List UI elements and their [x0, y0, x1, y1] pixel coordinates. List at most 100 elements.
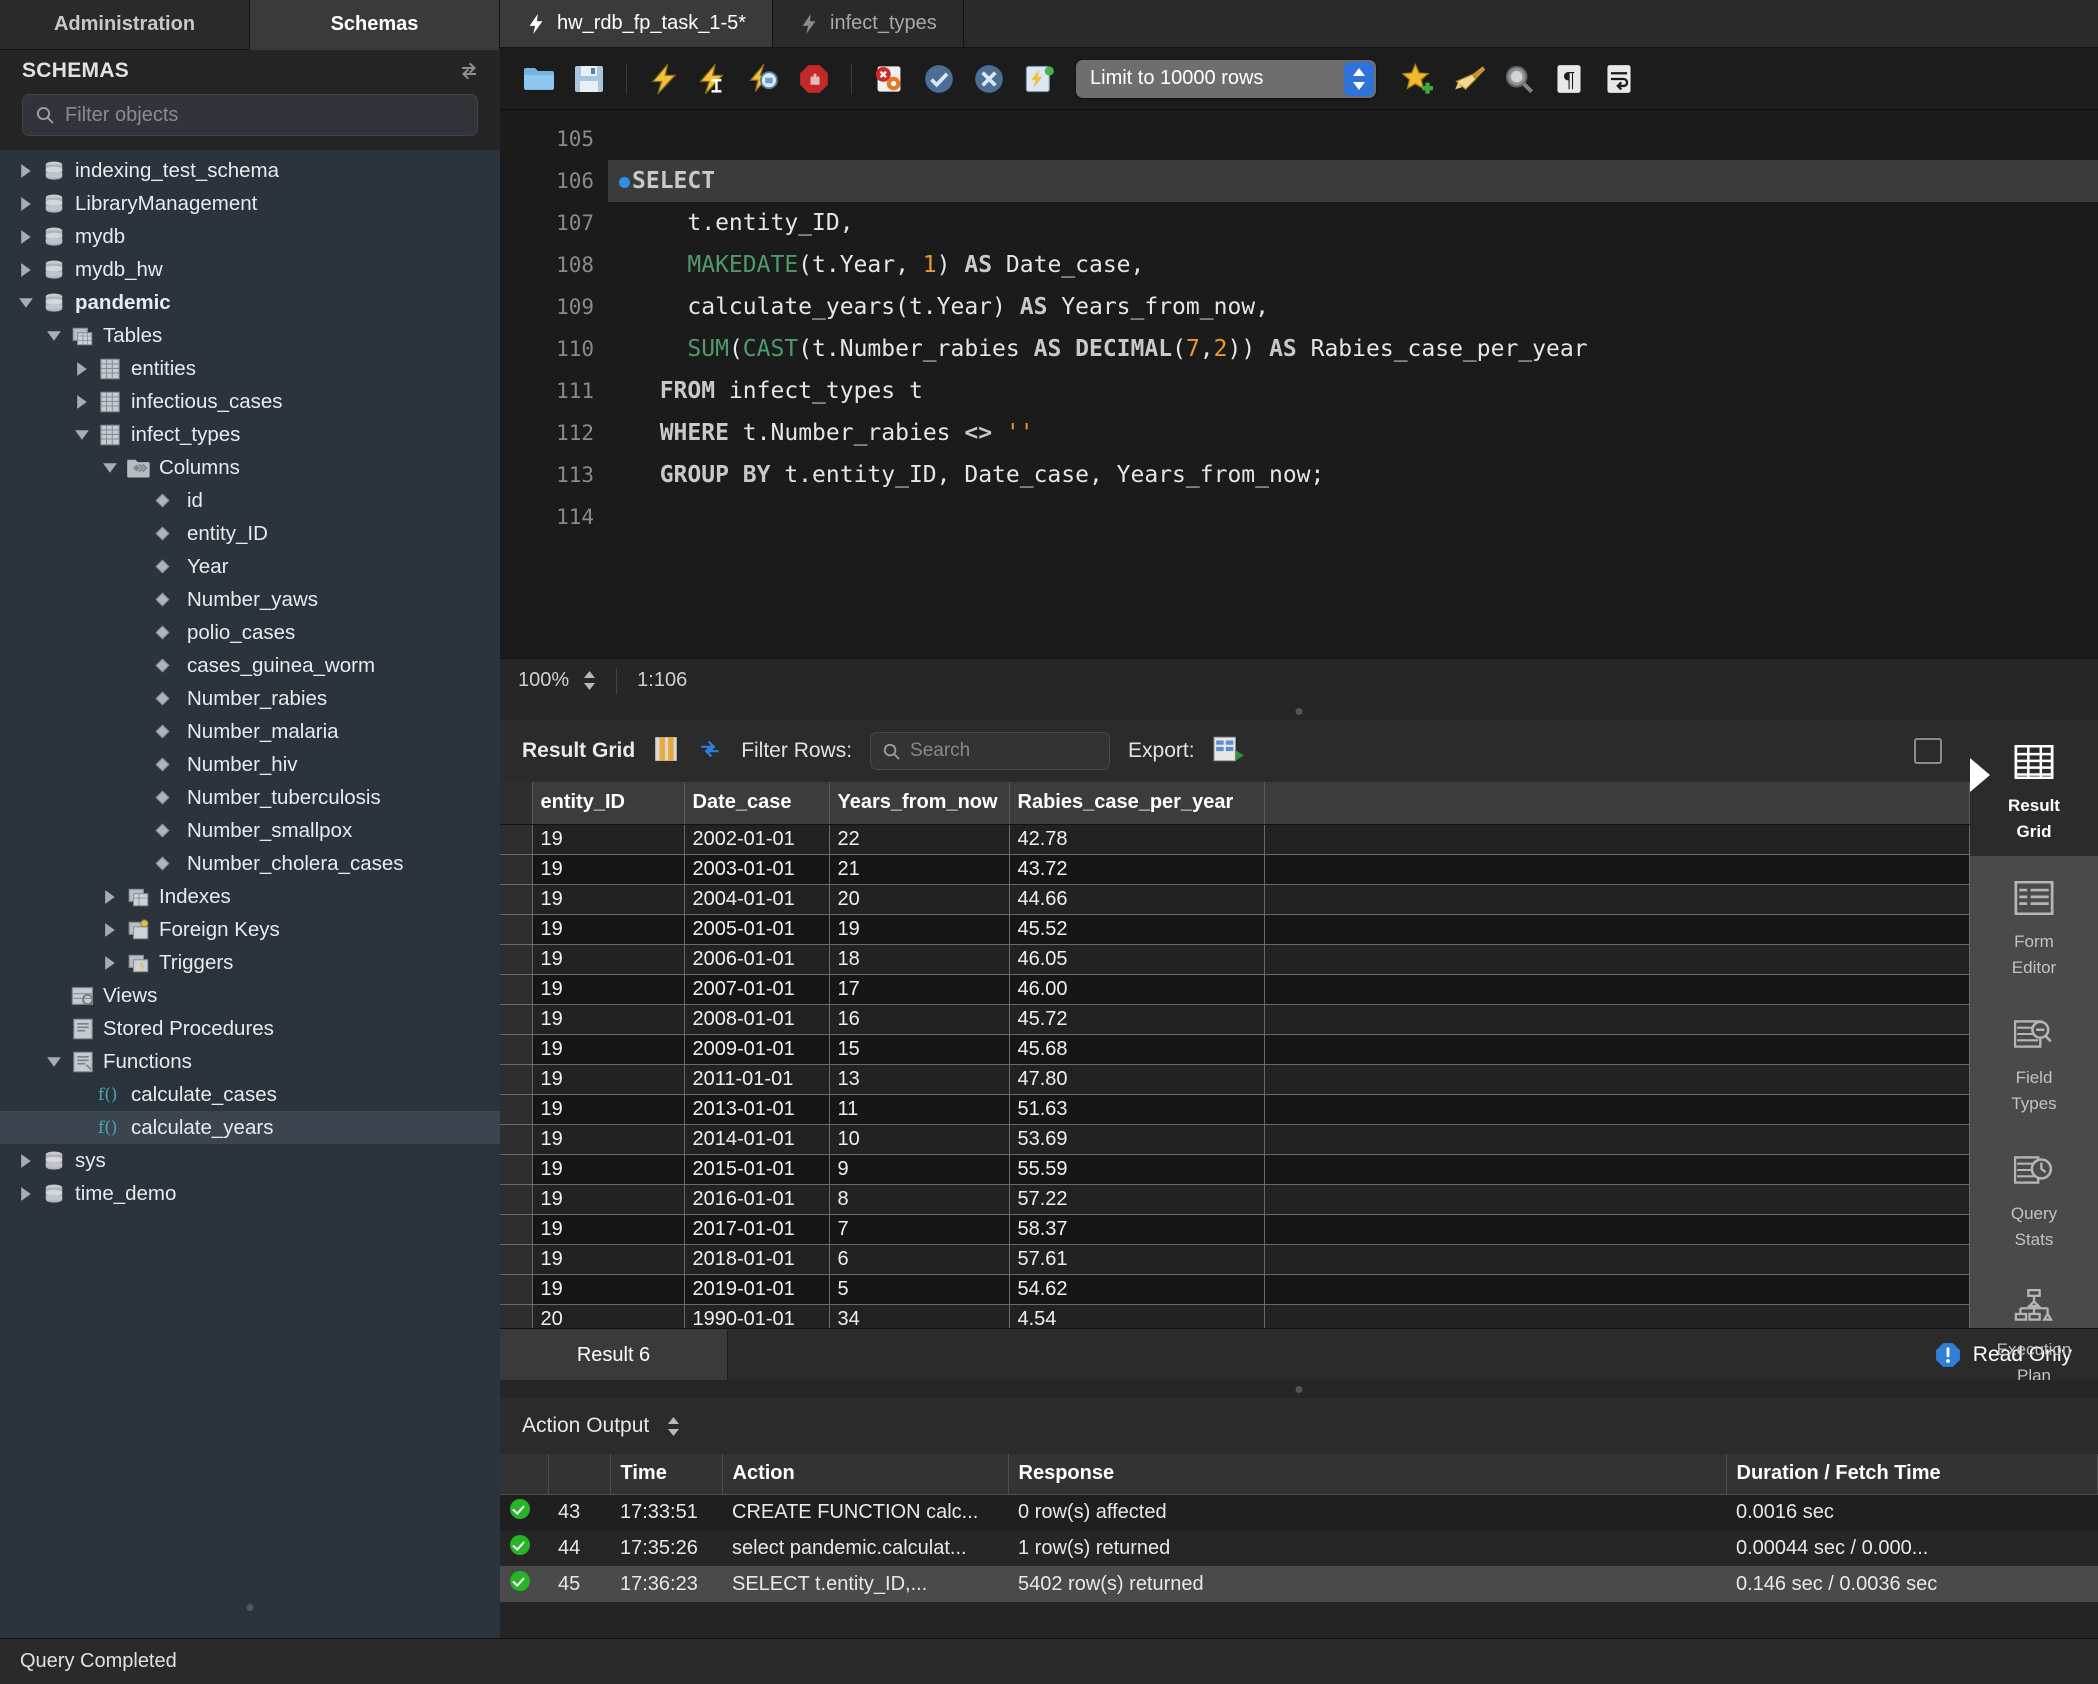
table-cell[interactable]: 19	[532, 974, 684, 1004]
table-row[interactable]: 192002-01-012242.78	[500, 824, 1970, 854]
sql-code-area[interactable]: SELECT t.entity_ID, MAKEDATE(t.Year, 1) …	[608, 110, 2098, 658]
row-selector-cell[interactable]	[500, 1094, 532, 1124]
table-cell[interactable]: 55.59	[1009, 1154, 1264, 1184]
result-output-splitter[interactable]	[500, 1380, 2098, 1398]
table-cell[interactable]: 20	[532, 1304, 684, 1328]
chevron-right-icon[interactable]	[18, 1152, 35, 1169]
table-row[interactable]: 192004-01-012044.66	[500, 884, 1970, 914]
code-line[interactable]	[608, 496, 2098, 538]
table-row[interactable]: 192014-01-011053.69	[500, 1124, 1970, 1154]
tree-item-librarymanagement[interactable]: LibraryManagement	[0, 187, 500, 220]
row-selector-cell[interactable]	[500, 944, 532, 974]
table-cell[interactable]: 9	[829, 1154, 1009, 1184]
table-row[interactable]: 192005-01-011945.52	[500, 914, 1970, 944]
table-cell[interactable]: 51.63	[1009, 1094, 1264, 1124]
tree-item-calculate-years[interactable]: f()calculate_years	[0, 1111, 500, 1144]
table-cell[interactable]: 19	[532, 884, 684, 914]
view-tab-query-stats[interactable]: QueryStats	[1970, 1128, 2098, 1264]
tree-item-number-tuberculosis[interactable]: Number_tuberculosis	[0, 781, 500, 814]
row-limit-select[interactable]: Limit to 10000 rows	[1076, 60, 1376, 98]
table-cell[interactable]: 2005-01-01	[684, 914, 829, 944]
table-cell[interactable]: 58.37	[1009, 1214, 1264, 1244]
tree-item-functions[interactable]: Functions	[0, 1045, 500, 1078]
action-output-row[interactable]: 4317:33:51CREATE FUNCTION calc...0 row(s…	[500, 1494, 2098, 1530]
result-grid[interactable]: entity_IDDate_caseYears_from_nowRabies_c…	[500, 782, 1970, 1328]
table-cell[interactable]: 15	[829, 1034, 1009, 1064]
table-cell[interactable]: 8	[829, 1184, 1009, 1214]
table-row[interactable]: 192011-01-011347.80	[500, 1064, 1970, 1094]
table-cell[interactable]: 46.05	[1009, 944, 1264, 974]
table-cell[interactable]: 45.68	[1009, 1034, 1264, 1064]
action-output-table-wrap[interactable]: Time Action Response Duration / Fetch Ti…	[500, 1454, 2098, 1638]
tree-item-number-smallpox[interactable]: Number_smallpox	[0, 814, 500, 847]
chevron-right-icon[interactable]	[18, 1185, 35, 1202]
table-cell[interactable]: 2014-01-01	[684, 1124, 829, 1154]
tree-item-entities[interactable]: entities	[0, 352, 500, 385]
chevron-right-icon[interactable]	[74, 393, 91, 410]
table-cell[interactable]: 19	[532, 944, 684, 974]
code-line[interactable]: SUM(CAST(t.Number_rabies AS DECIMAL(7,2)…	[608, 328, 2098, 370]
row-selector-cell[interactable]	[500, 1124, 532, 1154]
table-row[interactable]: 192019-01-01554.62	[500, 1274, 1970, 1304]
view-tab-form-editor[interactable]: FormEditor	[1970, 856, 2098, 992]
tree-item-pandemic[interactable]: pandemic	[0, 286, 500, 319]
export-icon[interactable]	[1213, 735, 1245, 768]
tree-item-mydb[interactable]: mydb	[0, 220, 500, 253]
column-header-years_from_now[interactable]: Years_from_now	[829, 782, 1009, 824]
table-cell[interactable]: 2004-01-01	[684, 884, 829, 914]
save-file-icon[interactable]	[566, 56, 612, 102]
table-row[interactable]: 192016-01-01857.22	[500, 1184, 1970, 1214]
row-selector-cell[interactable]	[500, 854, 532, 884]
beautify-star-icon[interactable]	[1396, 56, 1442, 102]
tree-item-foreign-keys[interactable]: Foreign Keys	[0, 913, 500, 946]
tree-item-number-hiv[interactable]: Number_hiv	[0, 748, 500, 781]
tree-item-number-rabies[interactable]: Number_rabies	[0, 682, 500, 715]
table-cell[interactable]: 53.69	[1009, 1124, 1264, 1154]
table-cell[interactable]: 46.00	[1009, 974, 1264, 1004]
table-cell[interactable]: 2006-01-01	[684, 944, 829, 974]
row-selector-cell[interactable]	[500, 1304, 532, 1328]
execute-explain-icon[interactable]	[741, 56, 787, 102]
tree-item-number-malaria[interactable]: Number_malaria	[0, 715, 500, 748]
sidebar-resize-handle[interactable]	[0, 1586, 500, 1638]
chevron-down-icon[interactable]	[46, 327, 63, 344]
tree-item-views[interactable]: Views	[0, 979, 500, 1012]
tree-item-polio-cases[interactable]: polio_cases	[0, 616, 500, 649]
table-row[interactable]: 192015-01-01955.59	[500, 1154, 1970, 1184]
filter-rows-input[interactable]: Search	[870, 732, 1110, 770]
table-cell[interactable]: 44.66	[1009, 884, 1264, 914]
autocommit-icon[interactable]	[1016, 56, 1062, 102]
result-view-tabs[interactable]: ResultGridFormEditorFieldTypesQueryStats…	[1970, 720, 2098, 1328]
table-cell[interactable]: 47.80	[1009, 1064, 1264, 1094]
code-line[interactable]: MAKEDATE(t.Year, 1) AS Date_case,	[608, 244, 2098, 286]
chevron-right-icon[interactable]	[74, 360, 91, 377]
row-selector-cell[interactable]	[500, 1184, 532, 1214]
table-row[interactable]: 192018-01-01657.61	[500, 1244, 1970, 1274]
table-row[interactable]: 192013-01-011151.63	[500, 1094, 1970, 1124]
zoom-stepper-icon[interactable]	[583, 671, 596, 690]
table-cell[interactable]: 19	[532, 1034, 684, 1064]
view-tab-field-types[interactable]: FieldTypes	[1970, 992, 2098, 1128]
execute-icon[interactable]	[641, 56, 687, 102]
table-cell[interactable]: 19	[532, 1064, 684, 1094]
refresh-grid-icon[interactable]	[697, 736, 723, 767]
chevron-right-icon[interactable]	[102, 954, 119, 971]
table-cell[interactable]: 57.22	[1009, 1184, 1264, 1214]
table-cell[interactable]: 19	[532, 1214, 684, 1244]
code-line[interactable]	[608, 118, 2098, 160]
row-selector-cell[interactable]	[500, 1064, 532, 1094]
chevron-right-icon[interactable]	[18, 195, 35, 212]
tree-item-number-yaws[interactable]: Number_yaws	[0, 583, 500, 616]
result-set-tab[interactable]: Result 6	[500, 1329, 728, 1380]
tree-item-time-demo[interactable]: time_demo	[0, 1177, 500, 1210]
beautify-brush-icon[interactable]	[1446, 56, 1492, 102]
table-cell[interactable]: 45.52	[1009, 914, 1264, 944]
action-output-selector-icon[interactable]	[667, 1417, 680, 1436]
tree-item-year[interactable]: Year	[0, 550, 500, 583]
chevron-right-icon[interactable]	[18, 261, 35, 278]
table-cell[interactable]: 2013-01-01	[684, 1094, 829, 1124]
table-row[interactable]: 192003-01-012143.72	[500, 854, 1970, 884]
chevron-right-icon[interactable]	[18, 228, 35, 245]
commit-icon[interactable]	[916, 56, 962, 102]
table-row[interactable]: 192008-01-011645.72	[500, 1004, 1970, 1034]
